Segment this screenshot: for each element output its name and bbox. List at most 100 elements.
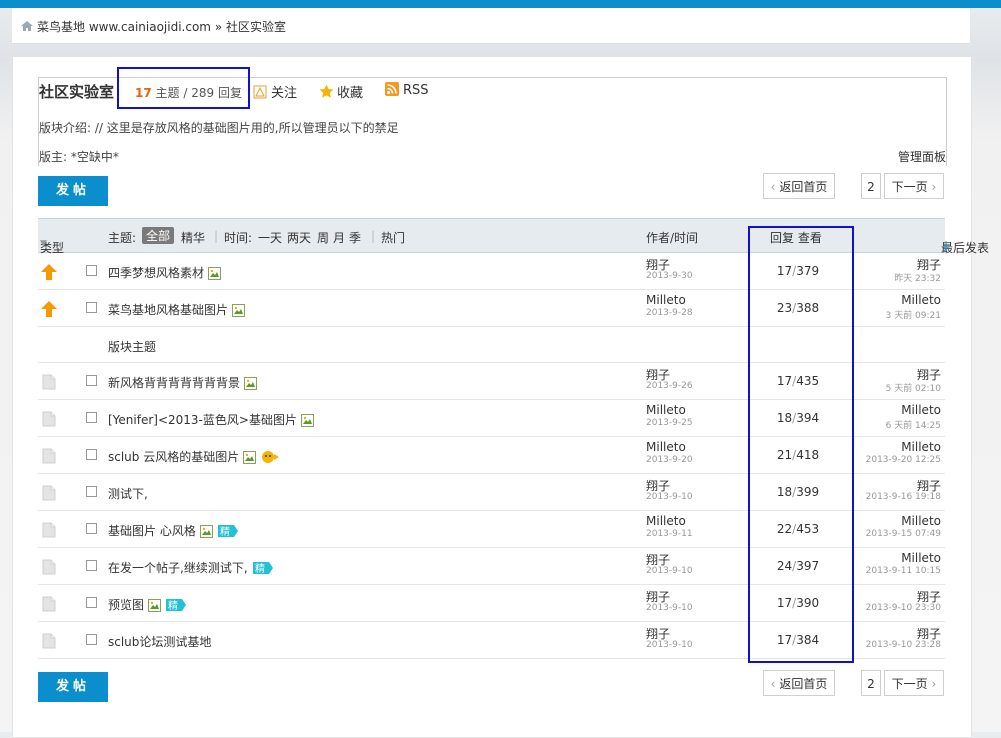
select-checkbox[interactable] [86, 486, 97, 497]
last-post-user[interactable]: Milleto [901, 403, 941, 417]
last-post-user[interactable]: Milleto [901, 514, 941, 528]
follow-icon [253, 85, 267, 99]
thread-title[interactable]: [Yenifer]<2013-蓝色风>基础图片 [108, 411, 314, 430]
thread-title[interactable]: 测试下, [108, 485, 148, 502]
new-post-button-bottom[interactable]: 发帖 [38, 672, 108, 702]
select-checkbox[interactable] [86, 302, 97, 313]
thread-icon[interactable] [40, 595, 58, 613]
thread-author[interactable]: Milleto [646, 440, 686, 454]
manage-panel-link[interactable]: 管理面板 [898, 148, 946, 165]
thread-date: 2013-9-26 [646, 381, 693, 391]
thread-author[interactable]: Milleto [646, 403, 686, 417]
filter-digest[interactable]: 精华 [181, 229, 205, 246]
last-post-time[interactable]: 5 天前 02:10 [886, 381, 941, 394]
last-post-time[interactable]: 2013-9-10 23:28 [866, 640, 941, 650]
last-post-time[interactable]: 昨天 23:32 [894, 271, 941, 284]
filter-all[interactable]: 全部 [142, 227, 175, 244]
last-post-time[interactable]: 2013-9-16 19:18 [866, 492, 941, 502]
thread-title-text[interactable]: 测试下, [108, 487, 148, 501]
breadcrumb-site[interactable]: 菜鸟基地 [37, 20, 85, 34]
thread-title[interactable]: 基础图片 心风格 精 [108, 522, 239, 541]
thread-icon[interactable] [40, 632, 58, 650]
back-home-button[interactable]: ‹ 返回首页 [763, 173, 835, 199]
author-time-header[interactable]: 作者/时间 [646, 229, 698, 246]
last-post-time[interactable]: 3 天前 09:21 [886, 308, 941, 321]
last-post-time[interactable]: 2013-9-15 07:49 [866, 529, 941, 539]
svg-text:精: 精 [255, 562, 265, 575]
image-attachment-icon [244, 377, 258, 393]
favorite-button[interactable]: 收藏 [319, 82, 363, 101]
thread-title-text[interactable]: 在发一个帖子,继续测试下, [108, 561, 248, 575]
select-checkbox[interactable] [86, 412, 97, 423]
thread-title[interactable]: sclub 云风格的基础图片 [108, 448, 280, 467]
last-post-user[interactable]: Milleto [901, 293, 941, 307]
thread-title-text[interactable]: 菜鸟基地风格基础图片 [108, 303, 228, 317]
thread-date: 2013-9-28 [646, 308, 693, 318]
page-input[interactable]: 2 [861, 173, 881, 199]
thread-author[interactable]: Milleto [646, 293, 686, 307]
favorite-label: 收藏 [337, 86, 364, 101]
thread-title-text[interactable]: 新风格背背背背背背背景 [108, 376, 240, 390]
new-post-button[interactable]: 发帖 [38, 176, 108, 206]
last-post-user[interactable]: Milleto [901, 440, 941, 454]
thread-title-text[interactable]: 预览图 [108, 598, 144, 612]
page-input-bottom[interactable]: 2 [861, 670, 881, 696]
thread-date: 2013-9-11 [646, 529, 693, 539]
last-post-time[interactable]: 2013-9-20 12:25 [866, 455, 941, 465]
next-page-button[interactable]: 下一页 › [884, 173, 944, 199]
back-home-button-bottom[interactable]: ‹ 返回首页 [763, 670, 835, 696]
filter-month[interactable]: 月 [333, 229, 345, 246]
thread-title-text[interactable]: 基础图片 心风格 [108, 524, 196, 538]
thread-icon[interactable] [40, 410, 58, 428]
thread-icon[interactable] [40, 447, 58, 465]
rss-button[interactable]: RSS [385, 82, 429, 98]
thread-title[interactable]: 新风格背背背背背背背景 [108, 374, 258, 393]
filter-two-days[interactable]: 两天 [287, 229, 311, 246]
select-checkbox[interactable] [86, 560, 97, 571]
thread-title[interactable]: 在发一个帖子,继续测试下, 精 [108, 559, 274, 578]
thread-title[interactable]: 四季梦想风格素材 [108, 264, 222, 283]
digest-badge-icon: 精 [217, 524, 239, 541]
breadcrumb-url[interactable]: www.cainiaojidi.com [89, 20, 211, 34]
select-checkbox[interactable] [86, 634, 97, 645]
thread-title-text[interactable]: sclub 云风格的基础图片 [108, 450, 239, 464]
last-post-time[interactable]: 2013-9-11 10:15 [866, 566, 941, 576]
thread-icon[interactable] [40, 484, 58, 502]
next-page-label: 下一页 [891, 677, 928, 691]
follow-button[interactable]: 关注 [253, 82, 297, 101]
select-checkbox[interactable] [86, 375, 97, 386]
select-checkbox[interactable] [86, 449, 97, 460]
forum-title[interactable]: 社区实验室 [39, 81, 114, 102]
thread-icon[interactable] [40, 521, 58, 539]
sticky-arrow-icon[interactable] [40, 300, 58, 318]
follow-label: 关注 [271, 86, 298, 101]
thread-title-text[interactable]: [Yenifer]<2013-蓝色风>基础图片 [108, 413, 297, 427]
chevron-right-icon: › [931, 677, 937, 691]
next-page-button-bottom[interactable]: 下一页 › [884, 670, 944, 696]
sort-down-icon: ▼ [40, 239, 47, 249]
last-post-user[interactable]: Milleto [901, 551, 941, 565]
filter-one-day[interactable]: 一天 [258, 229, 282, 246]
thread-title[interactable]: sclub论坛测试基地 [108, 633, 211, 650]
thread-title[interactable]: 菜鸟基地风格基础图片 [108, 301, 246, 320]
select-checkbox[interactable] [86, 265, 97, 276]
home-icon[interactable] [20, 20, 34, 35]
thread-date: 2013-9-30 [646, 271, 693, 281]
filter-week[interactable]: 周 [317, 229, 329, 246]
filter-quarter[interactable]: 季 [349, 229, 361, 246]
select-checkbox[interactable] [86, 597, 97, 608]
next-page-label: 下一页 [891, 180, 928, 194]
thread-title-text[interactable]: 四季梦想风格素材 [108, 266, 204, 280]
thread-title-text[interactable]: sclub论坛测试基地 [108, 635, 211, 649]
thread-icon[interactable] [40, 558, 58, 576]
select-checkbox[interactable] [86, 523, 97, 534]
top-bar [0, 0, 1001, 8]
thread-author[interactable]: Milleto [646, 514, 686, 528]
last-post-time[interactable]: 2013-9-10 23:30 [866, 603, 941, 613]
breadcrumb-current[interactable]: 社区实验室 [226, 20, 286, 34]
thread-icon[interactable] [40, 373, 58, 391]
sticky-arrow-icon[interactable] [40, 263, 58, 281]
last-post-time[interactable]: 6 天前 14:25 [886, 418, 941, 431]
filter-hot[interactable]: 热门 [381, 229, 405, 246]
thread-title[interactable]: 预览图 精 [108, 596, 187, 615]
